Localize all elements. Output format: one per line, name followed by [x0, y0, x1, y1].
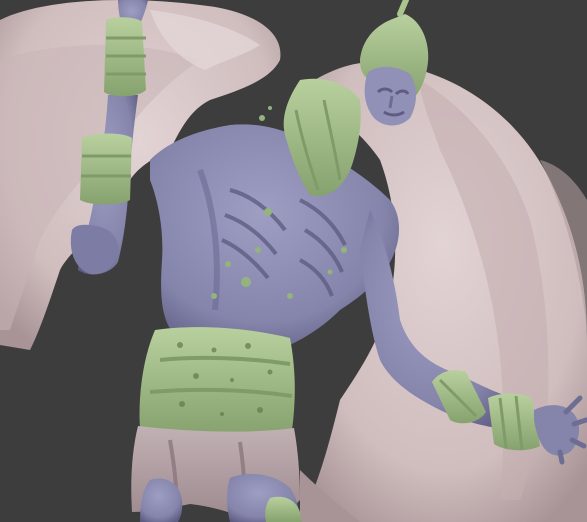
loincloth	[139, 327, 295, 436]
torso	[150, 106, 400, 347]
sculpt-render	[0, 0, 587, 522]
3d-sculpt-viewport[interactable]	[0, 0, 587, 522]
